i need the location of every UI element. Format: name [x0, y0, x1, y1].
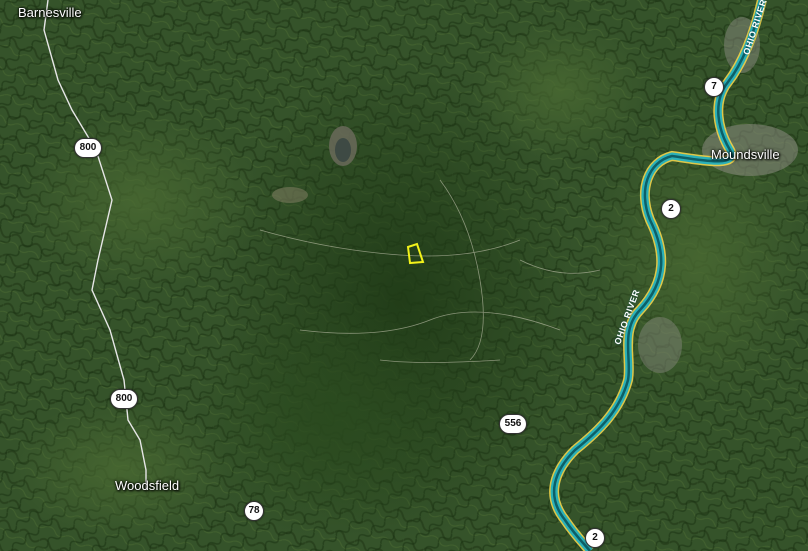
- map-imagery: [0, 0, 808, 551]
- place-label-moundsville: Moundsville: [711, 147, 780, 162]
- place-label-barnesville: Barnesville: [18, 5, 82, 20]
- satellite-map[interactable]: Barnesville Moundsville Woodsfield 800 8…: [0, 0, 808, 551]
- route-2-shield: 2: [585, 528, 605, 548]
- place-label-woodsfield: Woodsfield: [115, 478, 180, 493]
- route-7-shield: 7: [704, 77, 724, 97]
- route-2-shield: 2: [661, 199, 681, 219]
- route-800-shield: 800: [110, 389, 138, 409]
- route-800-shield: 800: [74, 138, 102, 158]
- route-78-shield: 78: [244, 501, 264, 521]
- route-556-shield: 556: [499, 414, 527, 434]
